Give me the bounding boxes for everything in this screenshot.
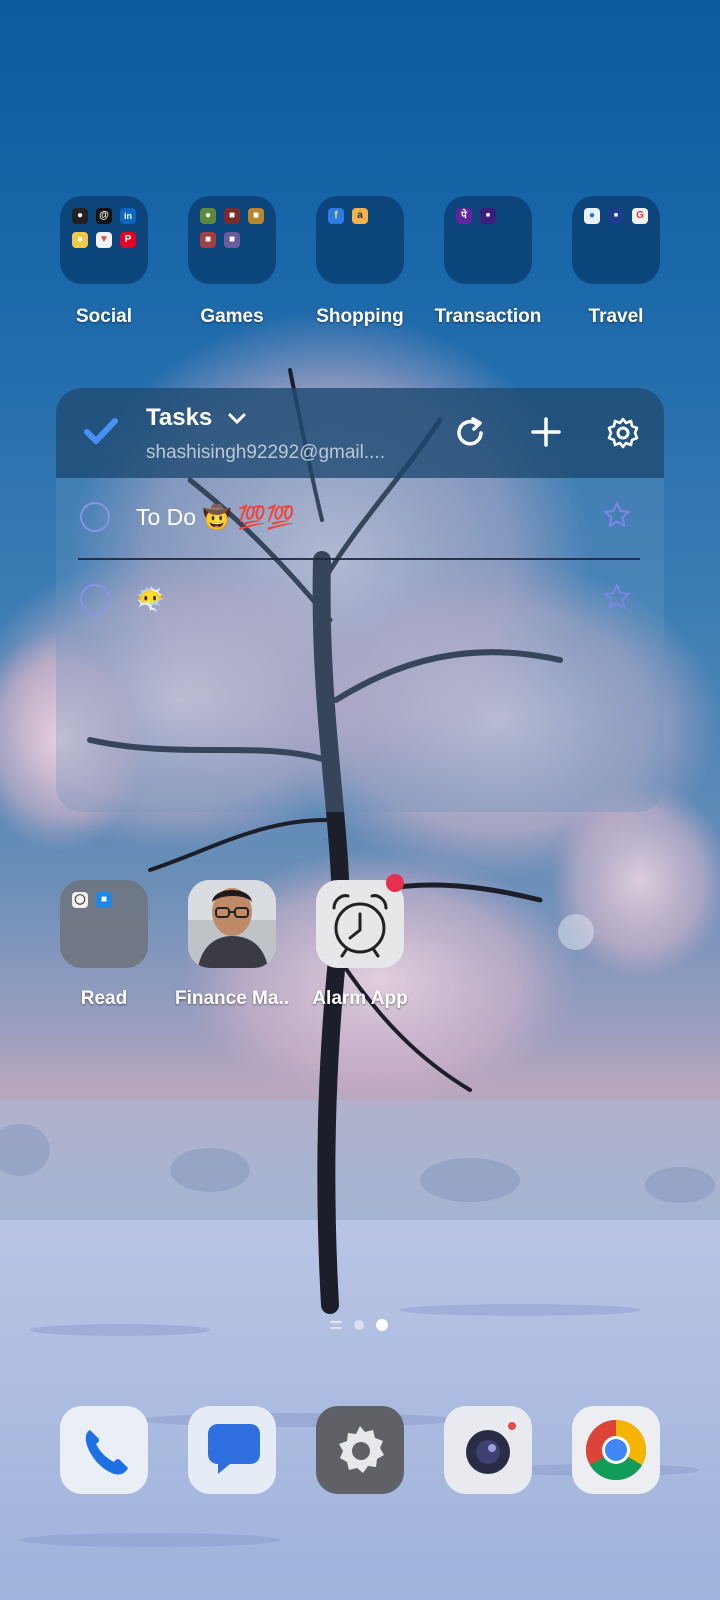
phonepe-icon: पे [456,208,472,224]
settings-gear-icon [339,1426,384,1473]
folder-social[interactable]: ● @ in ● ▼ P [60,196,148,284]
task-list-title-text: Tasks [146,404,213,431]
camera-app-icon[interactable] [444,1406,532,1494]
read-app-2-icon: ■ [96,892,112,908]
folder-label-games: Games [200,306,264,327]
transaction-app-icon: ■ [480,208,496,224]
chrome-app-icon[interactable] [572,1406,660,1494]
alarm-app-icon[interactable] [316,874,404,968]
app-label-read: Read [80,988,128,1009]
task-list-title[interactable]: Tasks [146,404,247,432]
app-label-finance-manager: Finance Ma.. [174,988,290,1009]
finance-manager-app-icon[interactable] [188,880,276,968]
folder-travel[interactable]: ● ■ G [572,196,660,284]
tasks-app-icon [84,418,118,444]
camera-lens-icon [466,1422,516,1474]
task-divider [78,558,640,560]
phone-app-icon[interactable] [60,1406,148,1494]
folder-label-social: Social [76,306,132,327]
task-title: 😶‍🌫️ [136,586,165,612]
chrome-icon [585,1420,647,1481]
notification-badge [386,874,404,892]
task-title: To Do 🤠 💯💯 [136,504,295,530]
game-2-icon: ■ [224,208,240,224]
read-app-1-icon: ◯ [72,892,88,908]
flipkart-icon: f [328,208,344,224]
account-email: shashisingh92292@gmail.... [146,442,385,463]
folder-label-transaction: Transaction [434,306,542,327]
page-dot-active [376,1319,388,1331]
page-dot [354,1320,364,1330]
star-icon[interactable] [602,500,632,530]
folder-games[interactable]: ● ■ ■ ■ ■ [188,196,276,284]
floating-ball-button[interactable] [558,914,594,950]
linkedin-icon: in [120,208,136,224]
task-item[interactable]: 😶‍🌫️ [56,568,664,638]
settings-app-icon[interactable] [316,1406,404,1494]
phone-icon [85,1430,128,1475]
refresh-icon[interactable] [454,416,488,450]
settings-gear-icon[interactable] [606,416,640,450]
folder-label-travel: Travel [588,306,644,327]
pinterest-icon: P [120,232,136,248]
game-4-icon: ■ [200,232,216,248]
game-3-icon: ■ [248,208,264,224]
add-task-icon[interactable] [530,416,562,448]
app-label-alarm-app: Alarm App [312,988,408,1009]
travel-app-1-icon: ● [584,208,600,224]
folder-read[interactable]: ◯ ■ [60,880,148,968]
game-1-icon: ● [200,208,216,224]
tasks-widget: Tasks shashisingh92292@gmail.... To Do 🤠… [56,388,664,812]
tasks-widget-header: Tasks shashisingh92292@gmail.... [56,388,664,478]
feed-page-icon [330,1321,342,1329]
star-icon[interactable] [602,582,632,612]
game-5-icon: ■ [224,232,240,248]
message-bubble-icon [208,1424,260,1474]
folder-label-shopping: Shopping [316,306,404,327]
snapchat-icon: ● [72,232,88,248]
folder-shopping[interactable]: f a [316,196,404,284]
github-icon: ● [72,208,88,224]
messages-app-icon[interactable] [188,1406,276,1494]
chevron-down-icon [228,413,246,424]
folder-transaction[interactable]: पे ■ [444,196,532,284]
task-checkbox[interactable] [80,502,110,532]
brave-icon: ▼ [96,232,112,248]
threads-icon: @ [96,208,112,224]
travel-app-2-icon: ■ [608,208,624,224]
task-checkbox[interactable] [80,584,110,614]
home-screen: ● @ in ● ▼ P Social ● ■ ■ ■ ■ Games f a … [0,0,720,1600]
page-indicator[interactable] [330,1318,390,1332]
alarm-clock-icon [332,894,388,958]
travel-app-3-icon: G [632,208,648,224]
task-item[interactable]: To Do 🤠 💯💯 [56,486,664,556]
avatar [188,880,276,968]
amazon-icon: a [352,208,368,224]
